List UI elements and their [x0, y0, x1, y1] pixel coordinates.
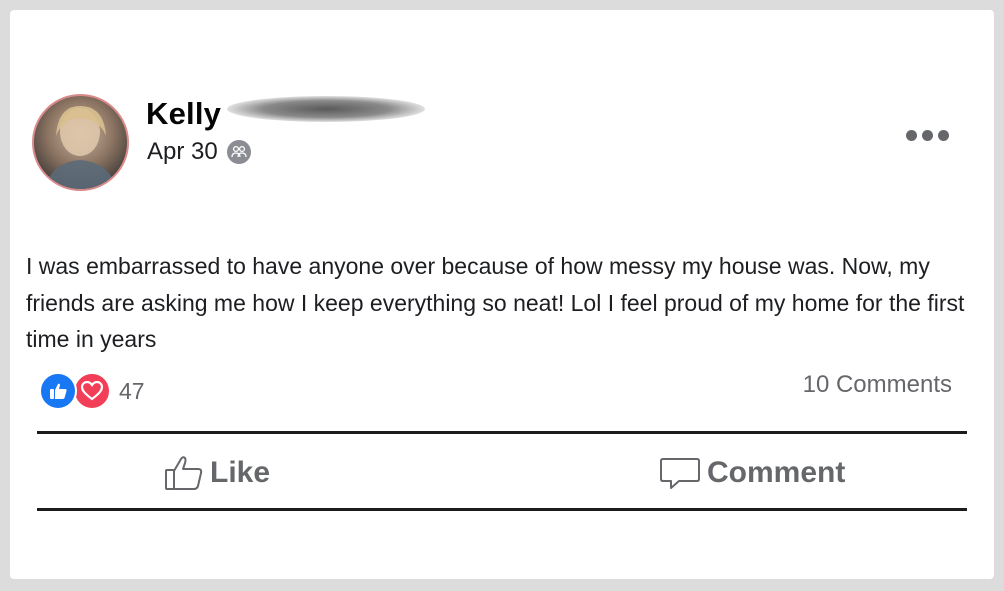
- avatar[interactable]: [32, 94, 129, 191]
- divider: [37, 431, 967, 434]
- like-button[interactable]: Like: [164, 448, 270, 498]
- thumbs-up-icon: [165, 456, 203, 490]
- reaction-summary[interactable]: 47: [39, 372, 145, 410]
- more-dot-icon: [906, 130, 917, 141]
- love-reaction-icon: [73, 372, 111, 410]
- friends-icon[interactable]: [226, 140, 251, 164]
- like-reaction-icon: [39, 372, 77, 410]
- post-card: Kelly Apr 30 I was embarrassed to have a…: [10, 10, 994, 579]
- like-button-label: Like: [210, 456, 271, 489]
- post-body: I was embarrassed to have anyone over be…: [26, 253, 965, 352]
- avatar-photo: [44, 106, 118, 189]
- more-dot-icon: [922, 130, 933, 141]
- redacted-surname-blur: [227, 96, 426, 122]
- author-name[interactable]: Kelly: [146, 96, 221, 132]
- comment-button-label: Comment: [707, 456, 846, 489]
- comment-bubble-icon: [660, 458, 700, 489]
- post-date[interactable]: Apr 30: [147, 138, 218, 166]
- divider: [37, 508, 967, 511]
- comment-button[interactable]: Comment: [659, 448, 845, 498]
- reaction-count: 47: [119, 377, 145, 404]
- more-dot-icon: [938, 130, 949, 141]
- comments-count-link[interactable]: 10 Comments: [803, 371, 952, 399]
- more-options-button[interactable]: [902, 126, 953, 145]
